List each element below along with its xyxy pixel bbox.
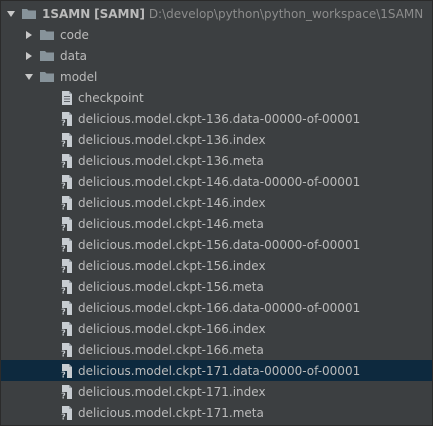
unknown-file-icon: ? bbox=[59, 216, 75, 233]
tree-file-row[interactable]: ? delicious.model.ckpt-136.data-00000-of… bbox=[1, 108, 432, 129]
folder-label: code bbox=[60, 27, 89, 42]
svg-text:?: ? bbox=[61, 287, 66, 296]
tree-file-row-selected[interactable]: ? delicious.model.ckpt-171.data-00000-of… bbox=[1, 360, 432, 381]
expand-arrow-icon[interactable] bbox=[24, 72, 34, 82]
file-label: delicious.model.ckpt-156.data-00000-of-0… bbox=[78, 237, 361, 252]
svg-text:?: ? bbox=[61, 350, 66, 359]
folder-icon bbox=[39, 48, 55, 64]
unknown-file-icon: ? bbox=[59, 111, 75, 128]
tree-file-row[interactable]: ? delicious.model.ckpt-166.data-00000-of… bbox=[1, 297, 432, 318]
folder-icon bbox=[39, 27, 55, 43]
tree-file-row[interactable]: ? delicious.model.ckpt-166.index bbox=[1, 318, 432, 339]
unknown-file-icon: ? bbox=[59, 405, 75, 422]
unknown-file-icon: ? bbox=[59, 237, 75, 254]
tree-file-row[interactable]: ? delicious.model.ckpt-171.index bbox=[1, 381, 432, 402]
svg-text:?: ? bbox=[61, 413, 66, 422]
file-label: delicious.model.ckpt-166.index bbox=[78, 321, 266, 336]
svg-text:?: ? bbox=[61, 203, 66, 212]
unknown-file-icon: ? bbox=[59, 132, 75, 149]
file-label: delicious.model.ckpt-136.meta bbox=[78, 153, 264, 168]
unknown-file-icon: ? bbox=[59, 300, 75, 317]
tree-root-row[interactable]: 1SAMN [SAMN] D:\develop\python\python_wo… bbox=[1, 3, 432, 24]
unknown-file-icon: ? bbox=[59, 258, 75, 275]
tree-file-row[interactable]: ? delicious.model.ckpt-171.meta bbox=[1, 402, 432, 423]
tree-file-row[interactable]: ? delicious.model.ckpt-146.index bbox=[1, 192, 432, 213]
svg-text:?: ? bbox=[61, 140, 66, 149]
folder-label: model bbox=[60, 69, 98, 84]
svg-text:?: ? bbox=[61, 182, 66, 191]
collapsed-arrow-icon[interactable] bbox=[24, 30, 34, 40]
text-file-icon bbox=[59, 90, 75, 106]
file-label: delicious.model.ckpt-166.meta bbox=[78, 342, 264, 357]
svg-text:?: ? bbox=[61, 245, 66, 254]
tree-folder-model[interactable]: model bbox=[1, 66, 432, 87]
tree-file-row[interactable]: ? delicious.model.ckpt-136.meta bbox=[1, 150, 432, 171]
svg-text:?: ? bbox=[61, 266, 66, 275]
unknown-file-icon: ? bbox=[59, 279, 75, 296]
svg-text:?: ? bbox=[61, 392, 66, 401]
unknown-file-icon: ? bbox=[59, 384, 75, 401]
unknown-file-icon: ? bbox=[59, 321, 75, 338]
file-label: delicious.model.ckpt-166.data-00000-of-0… bbox=[78, 300, 361, 315]
module-name: [SAMN] bbox=[94, 6, 145, 21]
folder-label: data bbox=[60, 48, 88, 63]
unknown-file-icon: ? bbox=[59, 363, 75, 380]
svg-text:?: ? bbox=[61, 308, 66, 317]
file-label: delicious.model.ckpt-156.index bbox=[78, 258, 266, 273]
expand-arrow-icon[interactable] bbox=[6, 9, 16, 19]
file-label: delicious.model.ckpt-171.meta bbox=[78, 405, 264, 420]
file-label: delicious.model.ckpt-171.index bbox=[78, 384, 266, 399]
folder-icon bbox=[39, 69, 55, 85]
file-label: checkpoint bbox=[78, 90, 144, 105]
file-label: delicious.model.ckpt-136.index bbox=[78, 132, 266, 147]
tree-file-row[interactable]: ? delicious.model.ckpt-146.data-00000-of… bbox=[1, 171, 432, 192]
file-label: delicious.model.ckpt-146.index bbox=[78, 195, 266, 210]
unknown-file-icon: ? bbox=[59, 342, 75, 359]
svg-text:?: ? bbox=[61, 371, 66, 380]
unknown-file-icon: ? bbox=[59, 174, 75, 191]
svg-text:?: ? bbox=[61, 119, 66, 128]
unknown-file-icon: ? bbox=[59, 195, 75, 212]
unknown-file-icon: ? bbox=[59, 153, 75, 170]
file-label: delicious.model.ckpt-146.data-00000-of-0… bbox=[78, 174, 361, 189]
file-label: delicious.model.ckpt-171.data-00000-of-0… bbox=[78, 363, 361, 378]
svg-text:?: ? bbox=[61, 161, 66, 170]
tree-file-row[interactable]: ? delicious.model.ckpt-156.meta bbox=[1, 276, 432, 297]
root-folder-name: 1SAMN bbox=[42, 6, 91, 21]
tree-file-row[interactable]: ? delicious.model.ckpt-156.index bbox=[1, 255, 432, 276]
tree-file-row[interactable]: ? delicious.model.ckpt-166.meta bbox=[1, 339, 432, 360]
collapsed-arrow-icon[interactable] bbox=[24, 51, 34, 61]
tree-file-row[interactable]: ? delicious.model.ckpt-146.meta bbox=[1, 213, 432, 234]
file-label: delicious.model.ckpt-146.meta bbox=[78, 216, 264, 231]
tree-folder-code[interactable]: code bbox=[1, 24, 432, 45]
file-label: delicious.model.ckpt-156.meta bbox=[78, 279, 264, 294]
tree-file-row[interactable]: ? delicious.model.ckpt-156.data-00000-of… bbox=[1, 234, 432, 255]
tree-folder-data[interactable]: data bbox=[1, 45, 432, 66]
file-label: delicious.model.ckpt-136.data-00000-of-0… bbox=[78, 111, 361, 126]
project-tree-panel: 1SAMN [SAMN] D:\develop\python\python_wo… bbox=[0, 0, 433, 426]
tree-file-row[interactable]: checkpoint bbox=[1, 87, 432, 108]
tree-file-row[interactable]: ? delicious.model.ckpt-136.index bbox=[1, 129, 432, 150]
folder-icon bbox=[21, 6, 37, 22]
svg-text:?: ? bbox=[61, 329, 66, 338]
svg-text:?: ? bbox=[61, 224, 66, 233]
root-folder-path: D:\develop\python\python_workspace\1SAMN bbox=[148, 6, 424, 21]
